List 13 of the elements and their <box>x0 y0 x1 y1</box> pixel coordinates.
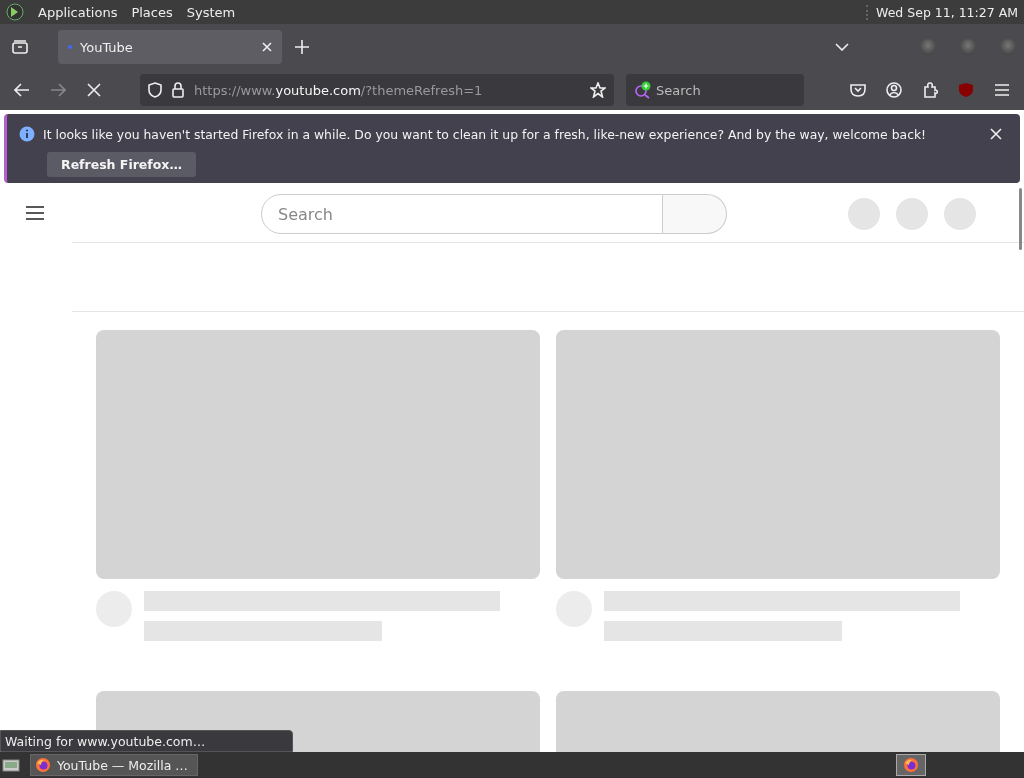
address-bar[interactable]: https://www.youtube.com/?themeRefresh=1 <box>140 74 614 106</box>
panel-menu[interactable]: Applications <box>38 4 118 20</box>
clock: Wed Sep 11, 11:27 AM <box>866 4 1018 20</box>
search-field[interactable]: Search <box>261 194 663 234</box>
notification-message: It looks like you haven't started Firefox in a while. Do you want to clean it up for a fresh, like-new experience? And by the way, welcome back! <box>43 126 927 142</box>
taskbar-button[interactable]: YouTube — Mozilla … <box>30 754 198 776</box>
refresh-button[interactable]: Refresh Firefox… <box>47 152 196 177</box>
url-text[interactable]: https://www.youtube.com/?themeRefresh=1 <box>194 82 580 98</box>
panel-menu[interactable]: System <box>186 4 236 20</box>
browser-tab[interactable]: YouTube <box>58 30 282 64</box>
search-field[interactable]: Search <box>626 74 804 106</box>
panel-menu[interactable]: Places <box>131 4 173 20</box>
status-text: Waiting for www.youtube.com… <box>0 730 293 752</box>
